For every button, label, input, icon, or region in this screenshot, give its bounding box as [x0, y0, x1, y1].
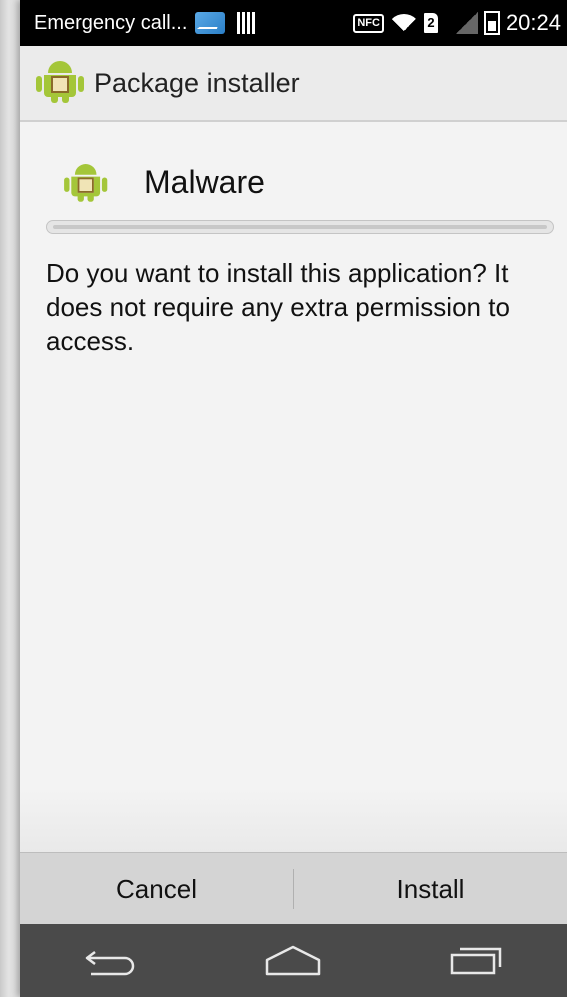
package-installer-app-icon [36, 61, 84, 105]
nfc-icon: NFC [353, 13, 384, 33]
install-prompt-message: Do you want to install this application?… [46, 258, 510, 356]
dialog-button-bar: Cancel Install [20, 852, 567, 925]
wifi-icon [389, 12, 418, 34]
action-bar: Package installer [20, 46, 567, 122]
sim-icon: 2 [423, 13, 438, 33]
install-button[interactable]: Install [294, 853, 567, 925]
divider-bar [46, 220, 554, 234]
status-time: 20:24 [505, 10, 561, 35]
home-icon[interactable] [248, 931, 338, 991]
cancel-button[interactable]: Cancel [20, 853, 293, 925]
status-bar: Emergency call... NFC 2 20:24 [20, 0, 567, 46]
content-footer-shade [20, 790, 567, 852]
app-info-row: Malware [20, 150, 567, 214]
phone-screen: Emergency call... NFC 2 20:24 Package in… [20, 0, 567, 997]
action-bar-title: Package installer [94, 67, 300, 98]
battery-icon [483, 11, 500, 35]
signal-icon [455, 12, 478, 34]
app-name: Malware [144, 163, 265, 200]
navigation-bar [20, 924, 567, 997]
status-indicators: NFC 2 20:24 [353, 10, 561, 36]
recent-apps-icon[interactable] [431, 931, 521, 991]
status-carrier-text: Emergency call... [34, 11, 188, 34]
back-icon[interactable] [66, 931, 156, 991]
mail-notification-icon [195, 12, 226, 34]
screenshot-frame: Emergency call... NFC 2 20:24 Package in… [0, 0, 567, 997]
app-icon [64, 164, 108, 202]
barcode-notification-icon [237, 12, 256, 34]
